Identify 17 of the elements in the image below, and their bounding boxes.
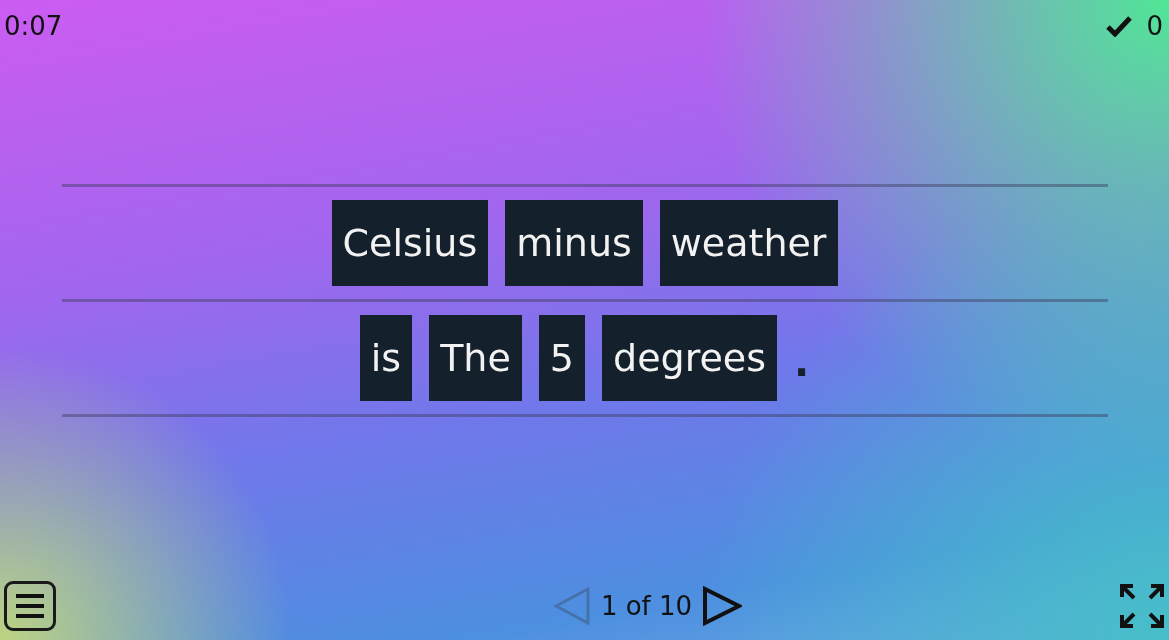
word-tile[interactable]: Celsius (331, 199, 489, 286)
word-tile[interactable]: degrees (602, 314, 777, 401)
menu-button[interactable] (4, 581, 56, 631)
punctuation: . (794, 337, 810, 385)
next-button[interactable] (702, 586, 743, 626)
word-tile[interactable]: 5 (538, 314, 586, 401)
word-tile[interactable]: is (359, 314, 413, 401)
word-tile[interactable]: minus (505, 199, 643, 286)
page-counter: 1 of 10 (600, 591, 693, 621)
score: 0 (1146, 11, 1163, 41)
word-tile[interactable]: weather (659, 199, 838, 286)
word-tile[interactable]: The (429, 314, 522, 401)
fullscreen-button[interactable] (1119, 583, 1165, 629)
expand-icon (1119, 583, 1165, 629)
timer: 0:07 (4, 11, 63, 41)
menu-icon (16, 593, 44, 619)
checkmark-icon (1106, 15, 1133, 37)
